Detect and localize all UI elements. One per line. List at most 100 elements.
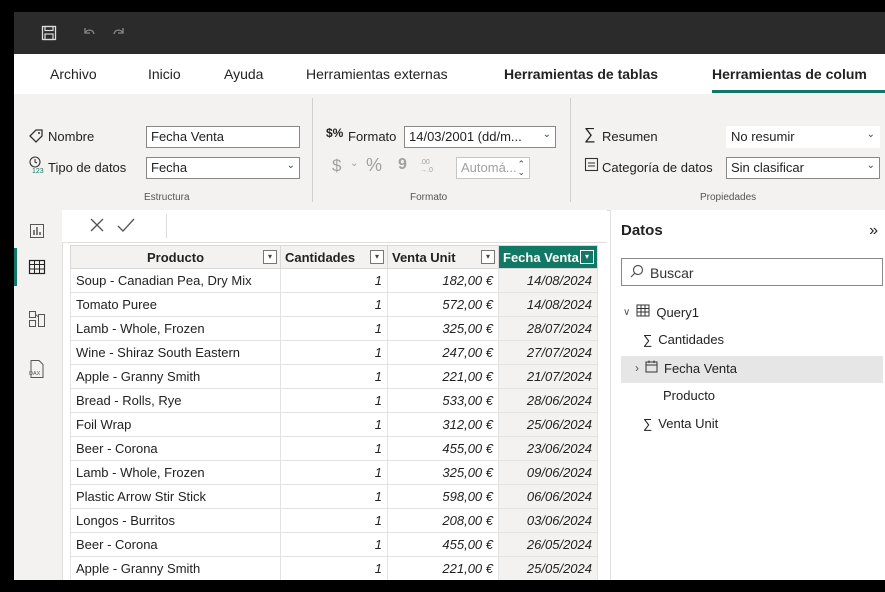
tab-ayuda[interactable]: Ayuda <box>224 66 263 82</box>
cell-producto[interactable]: Beer - Corona <box>70 532 281 557</box>
field-cantidades[interactable]: ∑ Cantidades <box>643 332 724 347</box>
dax-query-icon[interactable]: DAX <box>24 356 50 382</box>
column-header-fecha-venta[interactable]: Fecha Venta ▾ <box>498 245 598 269</box>
cell-producto[interactable]: Apple - Granny Smith <box>70 556 281 580</box>
cell-cantidades[interactable]: 1 <box>280 412 388 437</box>
column-header-label: Venta Unit <box>392 249 456 265</box>
cell-fecha-venta[interactable]: 21/07/2024 <box>498 364 598 389</box>
cell-producto[interactable]: Longos - Burritos <box>70 508 281 533</box>
decimal-places-icon[interactable]: .00 →.0 <box>416 156 434 177</box>
cell-venta-unit[interactable]: 455,00 € <box>387 532 499 557</box>
cell-fecha-venta[interactable]: 14/08/2024 <box>498 292 598 317</box>
cell-cantidades[interactable]: 1 <box>280 388 388 413</box>
filter-dropdown-icon[interactable]: ▾ <box>263 250 277 264</box>
cell-cantidades[interactable]: 1 <box>280 460 388 485</box>
summary-dropdown[interactable]: No resumir ⌄ <box>726 126 880 148</box>
cell-venta-unit[interactable]: 247,00 € <box>387 340 499 365</box>
cell-fecha-venta[interactable]: 26/05/2024 <box>498 532 598 557</box>
decimal-places-stepper[interactable]: Automá... ⌃ ⌄ <box>456 157 530 179</box>
cell-producto[interactable]: Soup - Canadian Pea, Dry Mix <box>70 268 281 293</box>
column-header-venta-unit[interactable]: Venta Unit ▾ <box>387 245 499 269</box>
cell-venta-unit[interactable]: 221,00 € <box>387 364 499 389</box>
category-dropdown[interactable]: Sin clasificar ⌄ <box>726 157 880 179</box>
cell-venta-unit[interactable]: 533,00 € <box>387 388 499 413</box>
save-icon[interactable] <box>38 22 60 44</box>
table-view-icon[interactable] <box>24 254 50 280</box>
cell-cantidades[interactable]: 1 <box>280 436 388 461</box>
cell-cantidades[interactable]: 1 <box>280 268 388 293</box>
filter-dropdown-icon[interactable]: ▾ <box>481 250 495 264</box>
cell-venta-unit[interactable]: 312,00 € <box>387 412 499 437</box>
collapse-pane-icon[interactable]: » <box>869 222 878 240</box>
cell-fecha-venta[interactable]: 27/07/2024 <box>498 340 598 365</box>
formula-bar <box>62 210 607 243</box>
cell-producto[interactable]: Lamb - Whole, Frozen <box>70 316 281 341</box>
tab-inicio[interactable]: Inicio <box>148 66 181 82</box>
cell-cantidades[interactable]: 1 <box>280 292 388 317</box>
pane-title: Datos <box>621 222 663 239</box>
format-dropdown[interactable]: 14/03/2001 (dd/m... ⌄ <box>404 126 556 148</box>
name-field[interactable]: Fecha Venta <box>146 126 300 148</box>
column-header-cantidades[interactable]: Cantidades ▾ <box>280 245 388 269</box>
cell-cantidades[interactable]: 1 <box>280 484 388 509</box>
cell-cantidades[interactable]: 1 <box>280 508 388 533</box>
cell-venta-unit[interactable]: 598,00 € <box>387 484 499 509</box>
cell-cantidades[interactable]: 1 <box>280 556 388 580</box>
cell-fecha-venta[interactable]: 14/08/2024 <box>498 268 598 293</box>
field-venta-unit[interactable]: ∑ Venta Unit <box>643 416 718 431</box>
cell-cantidades[interactable]: 1 <box>280 532 388 557</box>
currency-button[interactable]: $ <box>332 156 341 176</box>
cell-producto[interactable]: Foil Wrap <box>70 412 281 437</box>
report-view-icon[interactable] <box>24 218 50 244</box>
cell-venta-unit[interactable]: 455,00 € <box>387 436 499 461</box>
cell-producto[interactable]: Apple - Granny Smith <box>70 364 281 389</box>
cell-venta-unit[interactable]: 182,00 € <box>387 268 499 293</box>
tab-archivo[interactable]: Archivo <box>50 66 97 82</box>
cell-venta-unit[interactable]: 325,00 € <box>387 316 499 341</box>
cell-cantidades[interactable]: 1 <box>280 316 388 341</box>
comma-button[interactable]: 9 <box>398 156 407 174</box>
tab-herramientas-de-columna[interactable]: Herramientas de colum <box>712 66 867 82</box>
cell-fecha-venta[interactable]: 28/06/2024 <box>498 388 598 413</box>
model-view-icon[interactable] <box>24 306 50 332</box>
confirm-icon[interactable] <box>116 216 136 237</box>
cell-fecha-venta[interactable]: 23/06/2024 <box>498 436 598 461</box>
cell-cantidades[interactable]: 1 <box>280 340 388 365</box>
cell-fecha-venta[interactable]: 06/06/2024 <box>498 484 598 509</box>
tab-herramientas-externas[interactable]: Herramientas externas <box>306 66 448 82</box>
cell-fecha-venta[interactable]: 28/07/2024 <box>498 316 598 341</box>
redo-icon[interactable] <box>108 22 130 44</box>
cell-fecha-venta[interactable]: 25/06/2024 <box>498 412 598 437</box>
field-fecha-venta[interactable]: › Fecha Venta <box>635 360 737 376</box>
cell-producto[interactable]: Lamb - Whole, Frozen <box>70 460 281 485</box>
cell-producto[interactable]: Beer - Corona <box>70 436 281 461</box>
cell-cantidades[interactable]: 1 <box>280 364 388 389</box>
cell-producto[interactable]: Bread - Rolls, Rye <box>70 388 281 413</box>
calendar-icon <box>645 360 658 376</box>
tree-item-query1[interactable]: ∨ Query1 <box>623 304 699 320</box>
filter-dropdown-icon[interactable]: ▾ <box>370 250 384 264</box>
stepper-icon: ⌃ ⌄ <box>517 159 525 177</box>
cell-fecha-venta[interactable]: 09/06/2024 <box>498 460 598 485</box>
search-input[interactable]: Buscar <box>621 258 883 286</box>
cell-fecha-venta[interactable]: 03/06/2024 <box>498 508 598 533</box>
field-label: Cantidades <box>658 332 725 347</box>
tab-herramientas-de-tablas[interactable]: Herramientas de tablas <box>504 66 658 82</box>
cancel-icon[interactable] <box>88 216 106 237</box>
cell-producto[interactable]: Tomato Puree <box>70 292 281 317</box>
cell-venta-unit[interactable]: 572,00 € <box>387 292 499 317</box>
datatype-dropdown[interactable]: Fecha ⌄ <box>146 157 300 179</box>
cell-producto[interactable]: Wine - Shiraz South Eastern <box>70 340 281 365</box>
table-row: Soup - Canadian Pea, Dry Mix 1 182,00 €14/… <box>70 268 598 293</box>
filter-dropdown-icon[interactable]: ▾ <box>580 250 594 264</box>
column-header-producto[interactable]: Producto ▾ <box>70 245 281 269</box>
percent-button[interactable]: % <box>366 155 382 176</box>
cell-fecha-venta[interactable]: 25/05/2024 <box>498 556 598 580</box>
cell-venta-unit[interactable]: 221,00 € <box>387 556 499 580</box>
cell-venta-unit[interactable]: 325,00 € <box>387 460 499 485</box>
search-icon <box>630 264 644 281</box>
undo-icon[interactable] <box>78 22 100 44</box>
cell-venta-unit[interactable]: 208,00 € <box>387 508 499 533</box>
cell-producto[interactable]: Plastic Arrow Stir Stick <box>70 484 281 509</box>
field-producto[interactable]: Producto <box>663 388 715 403</box>
